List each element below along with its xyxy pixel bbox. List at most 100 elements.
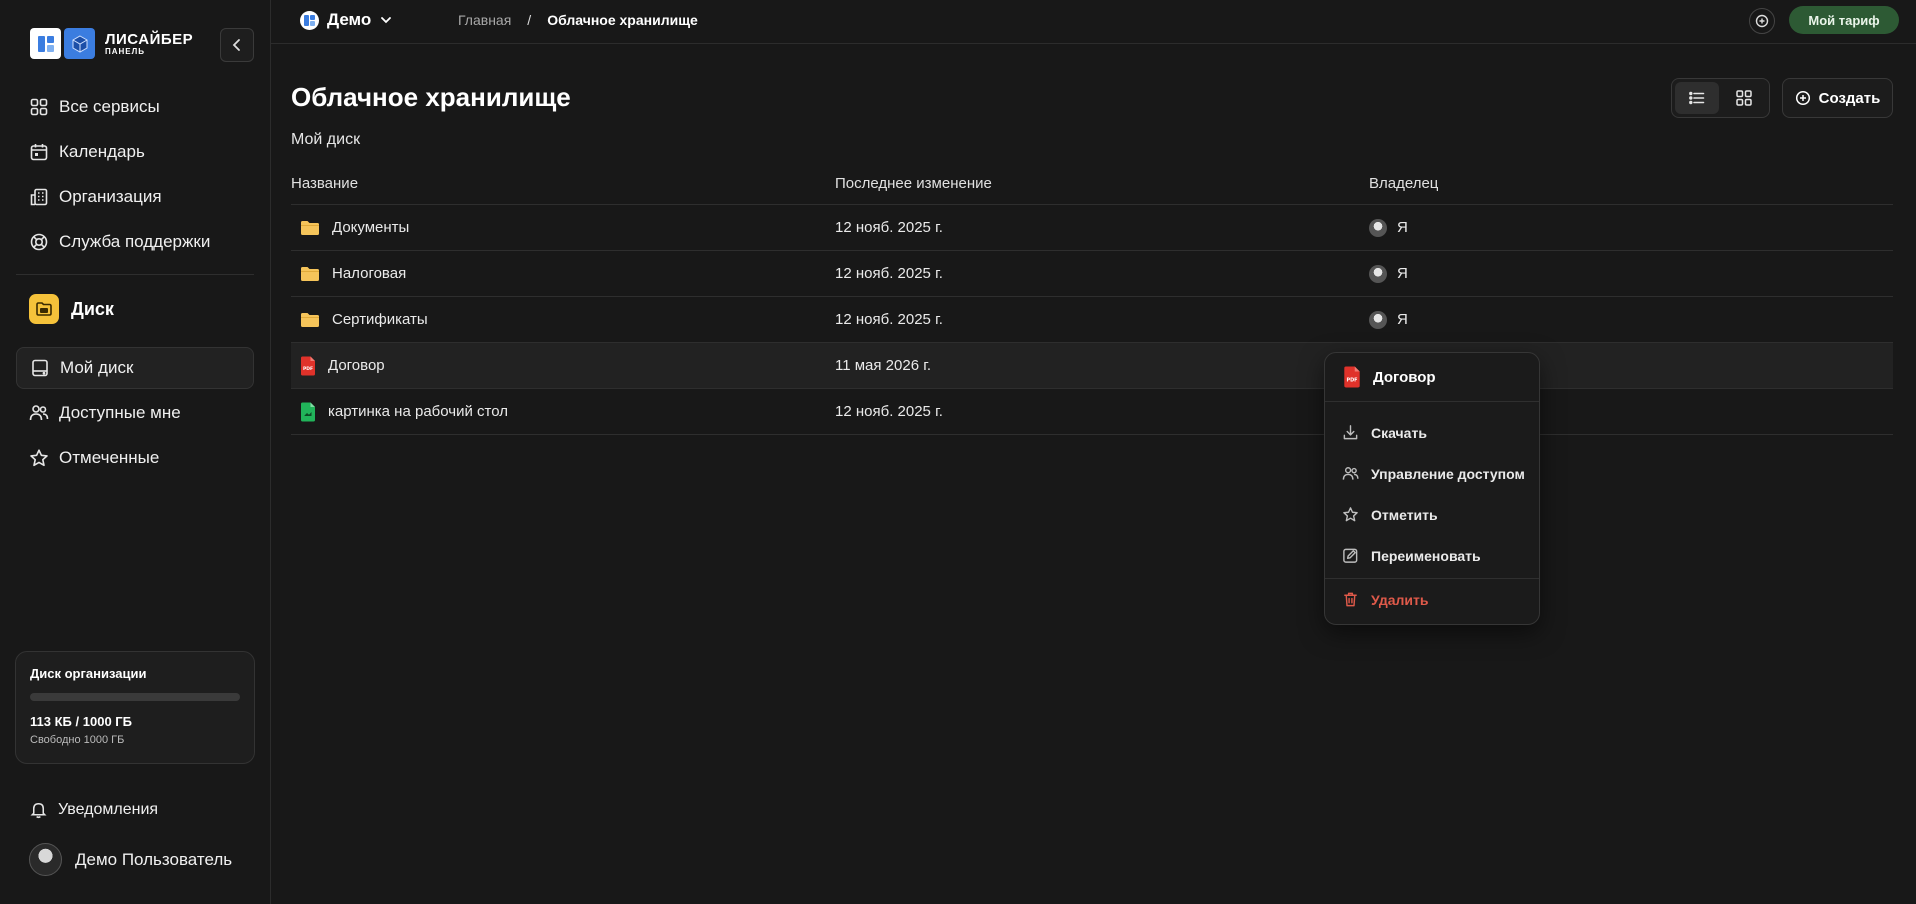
sidebar-item-label: Все сервисы [59,97,160,116]
file-modified: 12 нояб. 2025 г. [835,265,943,282]
file-owner: Я [1397,219,1408,236]
storage-used-value: 113 КБ [30,714,72,729]
sidebar-item-label: Организация [59,187,162,206]
grid-view-button[interactable] [1722,82,1766,114]
logo-subtitle: ПАНЕЛЬ [105,46,146,56]
view-toggle [1671,78,1770,118]
table-row[interactable]: PDF Договор 11 мая 2026 г. [291,343,1893,389]
menu-item-label: Отметить [1371,506,1438,523]
hard-drive-icon [32,359,48,377]
notifications-link[interactable]: Уведомления [29,800,158,819]
column-header-modified[interactable]: Последнее изменение [835,175,1369,192]
menu-item-manage-access[interactable]: Управление доступом [1325,453,1539,494]
create-button[interactable]: Создать [1782,78,1893,118]
folder-icon [301,312,319,327]
list-view-button[interactable] [1675,82,1719,114]
plus-circle-icon [1795,90,1810,106]
sidebar: ЛИСАЙБЕР ПАНЕЛЬ Все сервисы Календарь Ор… [0,0,271,904]
avatar [1369,310,1387,329]
file-name: Сертификаты [332,311,428,328]
svg-text:PDF: PDF [303,366,313,372]
plus-circle-icon [1755,14,1769,28]
menu-item-rename[interactable]: Переименовать [1325,535,1539,576]
chevron-down-icon [381,17,392,24]
sidebar-item-support[interactable]: Служба поддержки [16,221,254,263]
sidebar-item-my-disk[interactable]: Мой диск [16,347,254,389]
page-title: Облачное хранилище [291,82,571,112]
table-row[interactable]: картинка на рабочий стол 12 нояб. 2025 г… [291,389,1893,435]
menu-item-delete[interactable]: Удалить [1325,579,1539,620]
table-row[interactable]: Документы 12 нояб. 2025 г. Я [291,205,1893,251]
sidebar-item-all-services[interactable]: Все сервисы [16,86,254,128]
table-row[interactable]: Сертификаты 12 нояб. 2025 г. Я [291,297,1893,343]
menu-item-label: Удалить [1371,591,1429,608]
logo-tile-icon [30,28,61,59]
star-icon [1343,507,1358,522]
menu-item-label: Управление доступом [1371,465,1525,482]
add-button[interactable] [1749,8,1775,34]
file-owner: Я [1397,265,1408,282]
lifebuoy-icon [30,233,48,251]
breadcrumb-home[interactable]: Главная [458,12,511,28]
image-file-icon [301,402,315,421]
menu-item-label: Переименовать [1371,547,1481,564]
star-icon [30,449,48,467]
column-header-owner[interactable]: Владелец [1369,175,1438,192]
avatar [29,843,62,876]
menu-item-download[interactable]: Скачать [1325,412,1539,453]
org-switcher[interactable]: Демо [300,10,393,30]
disk-section-label: Диск [71,298,114,319]
trash-icon [1344,592,1357,607]
storage-separator: / [75,714,80,729]
table-row[interactable]: Налоговая 12 нояб. 2025 г. Я [291,251,1893,297]
disk-section-title[interactable]: Диск [29,294,114,324]
sidebar-item-organization[interactable]: Организация [16,176,254,218]
avatar [1369,218,1387,237]
calendar-icon [30,144,48,161]
context-menu-header: PDF Договор [1325,353,1539,402]
list-icon [1689,91,1705,105]
download-icon [1343,425,1358,440]
context-menu-title: Договор [1373,368,1436,386]
sidebar-divider [16,274,254,275]
pdf-file-icon: PDF [301,356,315,375]
file-modified: 12 нояб. 2025 г. [835,311,943,328]
table-header: Название Последнее изменение Владелец [291,163,1893,205]
column-header-name[interactable]: Название [291,175,835,192]
storage-card: Диск организации 113 КБ / 1000 ГБ Свобод… [15,651,255,764]
menu-item-star[interactable]: Отметить [1325,494,1539,535]
app-logo[interactable]: ЛИСАЙБЕР ПАНЕЛЬ [30,28,193,59]
menu-item-label: Скачать [1371,424,1427,441]
breadcrumb-separator: / [527,12,532,28]
storage-free: Свободно 1000 ГБ [30,734,125,746]
topbar: Демо Главная / Облачное хранилище Мой та… [271,0,1916,44]
storage-total-value: 1000 ГБ [82,714,132,729]
cube-icon [64,28,95,59]
sidebar-item-calendar[interactable]: Календарь [16,131,254,173]
breadcrumb-current: Облачное хранилище [547,12,698,28]
storage-progress-bar [30,693,240,701]
file-name: Документы [332,219,410,236]
sidebar-item-label: Служба поддержки [59,232,211,251]
storage-used: 113 КБ / 1000 ГБ [30,714,240,729]
collapse-sidebar-button[interactable] [220,28,254,62]
rename-icon [1343,548,1358,563]
sidebar-item-shared-with-me[interactable]: Доступные мне [16,392,254,434]
file-modified: 12 нояб. 2025 г. [835,219,943,236]
grid-icon [1736,90,1752,106]
sidebar-item-label: Доступные мне [59,403,181,422]
pdf-file-icon: PDF [1344,366,1360,388]
grid-icon [30,98,48,116]
users-icon [29,405,49,421]
create-label: Создать [1818,89,1881,107]
user-profile[interactable]: Демо Пользователь [29,843,232,876]
my-plan-button[interactable]: Мой тариф [1789,6,1899,34]
file-name: Налоговая [332,265,407,282]
users-icon [1342,467,1359,480]
file-name: Договор [328,357,385,374]
sidebar-item-starred[interactable]: Отмеченные [16,437,254,479]
sidebar-item-label: Мой диск [60,358,134,377]
user-name: Демо Пользователь [75,849,233,869]
org-logo-icon [300,10,319,30]
sidebar-item-label: Отмеченные [59,448,160,467]
